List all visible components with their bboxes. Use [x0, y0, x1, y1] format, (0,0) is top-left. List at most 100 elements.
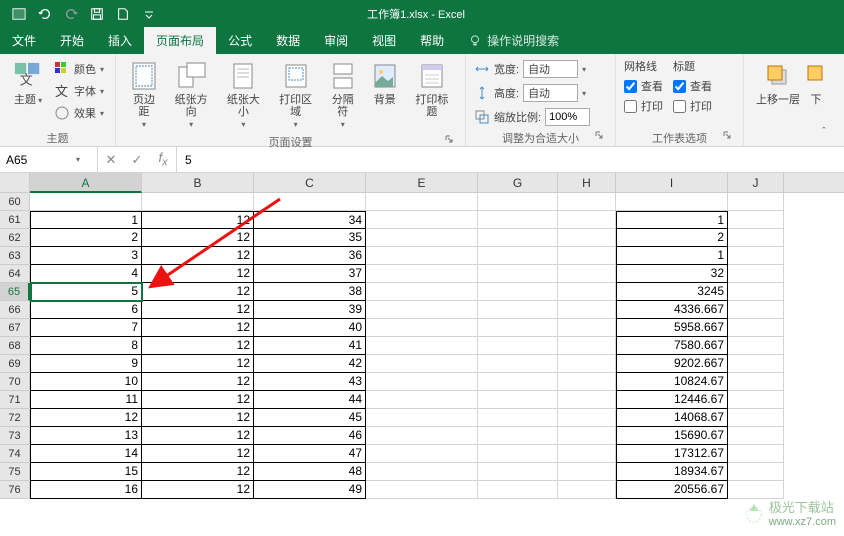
row-header[interactable]: 71 [0, 391, 30, 409]
cell[interactable]: 16 [30, 481, 142, 499]
cell[interactable]: 12 [142, 229, 254, 247]
scale-setting[interactable]: 缩放比例: [474, 106, 607, 128]
cell[interactable] [478, 373, 558, 391]
background-button[interactable]: 背景 [365, 58, 405, 108]
column-header[interactable]: B [142, 173, 254, 192]
cell[interactable]: 10824.67 [616, 373, 728, 391]
cell[interactable]: 34 [254, 211, 366, 229]
cell[interactable] [478, 229, 558, 247]
breaks-button[interactable]: 分隔符▾ [323, 58, 363, 132]
cell[interactable]: 7580.667 [616, 337, 728, 355]
cell[interactable] [254, 193, 366, 211]
cell[interactable]: 2 [30, 229, 142, 247]
column-header[interactable]: E [366, 173, 478, 192]
dialog-launcher[interactable] [593, 130, 605, 142]
cell[interactable]: 12 [142, 427, 254, 445]
cell[interactable] [478, 301, 558, 319]
headings-print-check[interactable]: 打印 [673, 96, 712, 116]
cell[interactable]: 12 [142, 373, 254, 391]
cell[interactable]: 12 [142, 463, 254, 481]
cell[interactable]: 12 [142, 301, 254, 319]
cell[interactable] [558, 193, 616, 211]
cell[interactable]: 12 [142, 355, 254, 373]
row-header[interactable]: 60 [0, 193, 30, 211]
cell[interactable]: 5 [30, 283, 142, 301]
cell[interactable]: 49 [254, 481, 366, 499]
headings-view-check[interactable]: 查看 [673, 76, 712, 96]
cell[interactable] [366, 229, 478, 247]
cell[interactable] [728, 463, 784, 481]
size-button[interactable]: 纸张大小▾ [218, 58, 268, 132]
height-setting[interactable]: 高度:自动▾ [474, 82, 607, 104]
cell[interactable] [366, 463, 478, 481]
tab-view[interactable]: 视图 [360, 27, 408, 54]
cell[interactable] [366, 301, 478, 319]
cell[interactable] [558, 247, 616, 265]
cell[interactable] [478, 463, 558, 481]
cell[interactable]: 10 [30, 373, 142, 391]
cell[interactable]: 1 [616, 211, 728, 229]
chevron-down-icon[interactable]: ▾ [76, 155, 80, 164]
cell[interactable] [558, 265, 616, 283]
cell[interactable]: 6 [30, 301, 142, 319]
cell[interactable] [728, 445, 784, 463]
orientation-button[interactable]: 纸张方向▾ [166, 58, 216, 132]
cell[interactable] [478, 247, 558, 265]
cell[interactable] [30, 193, 142, 211]
undo-button[interactable] [34, 3, 56, 25]
cell[interactable]: 9202.667 [616, 355, 728, 373]
column-headers[interactable]: ABCEGHIJ [30, 173, 844, 193]
cell[interactable] [558, 409, 616, 427]
cell[interactable]: 38 [254, 283, 366, 301]
cell[interactable] [366, 193, 478, 211]
cell[interactable]: 12 [142, 211, 254, 229]
row-header[interactable]: 64 [0, 265, 30, 283]
cell[interactable]: 1 [30, 211, 142, 229]
cell[interactable]: 44 [254, 391, 366, 409]
cell[interactable] [558, 229, 616, 247]
cell[interactable] [728, 283, 784, 301]
cell[interactable]: 14 [30, 445, 142, 463]
row-header[interactable]: 73 [0, 427, 30, 445]
cell[interactable] [478, 427, 558, 445]
cell[interactable] [558, 427, 616, 445]
print-titles-button[interactable]: 打印标题 [407, 58, 457, 120]
cell[interactable] [558, 445, 616, 463]
cell[interactable]: 12446.67 [616, 391, 728, 409]
cell[interactable] [478, 283, 558, 301]
row-header[interactable]: 67 [0, 319, 30, 337]
row-header[interactable]: 62 [0, 229, 30, 247]
cell[interactable] [728, 229, 784, 247]
gridlines-view-check[interactable]: 查看 [624, 76, 663, 96]
enter-formula-button[interactable]: ✓ [124, 152, 150, 168]
cell[interactable] [616, 193, 728, 211]
dialog-launcher[interactable] [721, 130, 733, 142]
cell[interactable]: 12 [142, 265, 254, 283]
row-header[interactable]: 76 [0, 481, 30, 499]
gridlines-print-check[interactable]: 打印 [624, 96, 663, 116]
cell[interactable]: 12 [142, 247, 254, 265]
bring-forward-button[interactable]: 上移一层 [752, 58, 804, 108]
cell[interactable] [728, 355, 784, 373]
row-header[interactable]: 75 [0, 463, 30, 481]
cell[interactable] [728, 193, 784, 211]
cell[interactable]: 13 [30, 427, 142, 445]
cell[interactable]: 12 [142, 481, 254, 499]
cell[interactable] [366, 445, 478, 463]
qa-customize[interactable] [138, 3, 160, 25]
worksheet-grid[interactable]: ABCEGHIJ 6061626364656667686970717273747… [0, 173, 844, 536]
tab-home[interactable]: 开始 [48, 27, 96, 54]
cell[interactable]: 43 [254, 373, 366, 391]
cell[interactable] [366, 247, 478, 265]
cell[interactable] [478, 193, 558, 211]
cell[interactable]: 35 [254, 229, 366, 247]
cell[interactable]: 9 [30, 355, 142, 373]
cell[interactable] [728, 427, 784, 445]
cell[interactable]: 1 [616, 247, 728, 265]
redo-button[interactable] [60, 3, 82, 25]
column-header[interactable]: H [558, 173, 616, 192]
column-header[interactable]: J [728, 173, 784, 192]
cell[interactable] [478, 211, 558, 229]
tab-review[interactable]: 审阅 [312, 27, 360, 54]
cell[interactable]: 4336.667 [616, 301, 728, 319]
